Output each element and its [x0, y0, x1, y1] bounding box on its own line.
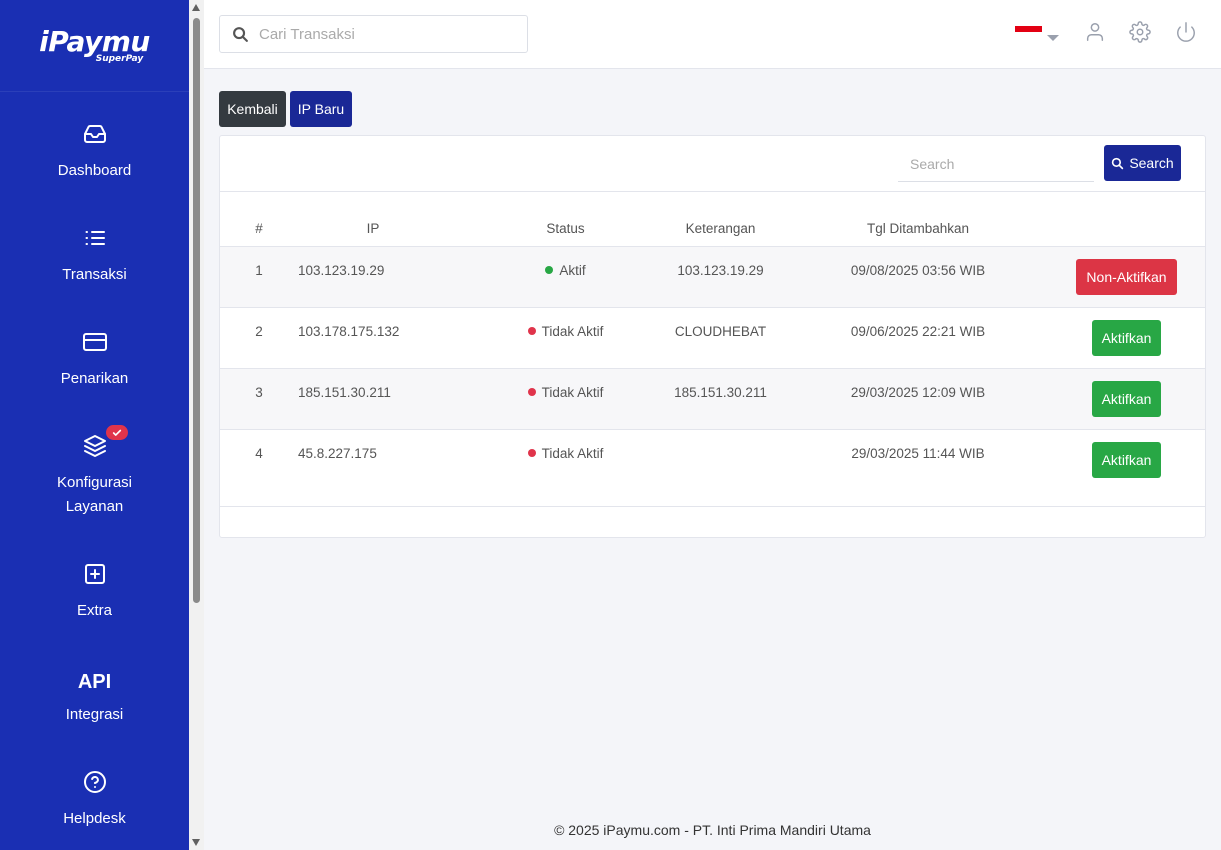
scroll-thumb[interactable] — [193, 18, 200, 603]
status-dot-icon — [527, 387, 536, 396]
status-text: Tidak Aktif — [541, 384, 604, 400]
top-header — [204, 0, 1221, 69]
chevron-down-icon[interactable] — [1047, 35, 1059, 41]
plus-square-icon — [82, 561, 108, 587]
brand-name: iPaymu — [39, 24, 150, 58]
back-button[interactable]: Kembali — [219, 91, 286, 127]
status-dot-icon — [527, 326, 536, 335]
keterangan — [653, 429, 788, 507]
status-cell: Tidak Aktif — [478, 429, 653, 507]
sidebar-item-label: Transaksi — [62, 266, 127, 283]
search-button[interactable]: Search — [1104, 145, 1181, 181]
status-cell: Aktif — [478, 246, 653, 308]
keterangan: CLOUDHEBAT — [653, 307, 788, 369]
transaction-search[interactable] — [219, 15, 528, 53]
settings-icon[interactable] — [1129, 21, 1151, 43]
status-dot-icon — [527, 448, 536, 457]
status-cell: Tidak Aktif — [478, 368, 653, 430]
brand-sub: SuperPay — [95, 53, 144, 64]
sidebar-item-penarikan[interactable]: Penarikan — [0, 329, 189, 391]
sidebar-item-helpdesk[interactable]: Helpdesk — [0, 769, 189, 831]
status-text: Aktif — [559, 262, 586, 278]
check-badge — [105, 425, 128, 440]
table-row: 1 103.123.19.29 Aktif 103.123.19.29 09/0… — [220, 246, 1205, 308]
credit-card-icon — [82, 329, 108, 355]
status-text: Tidak Aktif — [541, 445, 604, 461]
sidebar-item-integrasi[interactable]: API Integrasi — [0, 669, 189, 727]
api-icon: API — [77, 671, 112, 693]
date-added: 29/03/2025 12:09 WIB — [788, 368, 1048, 430]
ip-table: # IP Status Keterangan Tgl Ditambahkan 1… — [220, 212, 1205, 507]
transaction-search-input[interactable] — [259, 25, 509, 43]
action-cell: Non-Aktifkan — [1048, 246, 1205, 308]
new-ip-button[interactable]: IP Baru — [290, 91, 352, 127]
status-dot-icon — [545, 265, 554, 274]
layers-icon — [82, 425, 128, 459]
table-row: 4 45.8.227.175 Tidak Aktif 29/03/2025 11… — [220, 429, 1205, 507]
sidebar-item-label: Dashboard — [57, 162, 132, 179]
row-number: 2 — [220, 307, 298, 369]
deactivate-button[interactable]: Non-Aktifkan — [1076, 258, 1177, 295]
sidebar: iPaymu SuperPay Dashboard Transaksi Pena… — [0, 0, 189, 850]
sidebar-item-dashboard[interactable]: Dashboard — [0, 121, 189, 183]
column-header: # — [220, 212, 298, 247]
sidebar-scrollbar[interactable] — [189, 0, 204, 850]
search-icon — [233, 26, 248, 42]
column-header: Keterangan — [653, 212, 788, 247]
user-icon[interactable] — [1084, 21, 1106, 43]
indonesia-flag-icon[interactable] — [1015, 26, 1042, 38]
ip-address: 103.178.175.132 — [298, 307, 478, 369]
ip-address: 103.123.19.29 — [298, 246, 478, 308]
column-header: Tgl Ditambahkan — [788, 212, 1048, 247]
sidebar-item-label: Extra — [76, 602, 112, 619]
search-icon — [1111, 157, 1124, 170]
date-added: 09/06/2025 22:21 WIB — [788, 307, 1048, 369]
row-number: 3 — [220, 368, 298, 430]
ip-address: 185.151.30.211 — [298, 368, 478, 430]
status-cell: Tidak Aktif — [478, 307, 653, 369]
activate-button[interactable]: Aktifkan — [1091, 380, 1162, 417]
table-header-row: # IP Status Keterangan Tgl Ditambahkan — [220, 212, 1205, 247]
check-icon — [112, 429, 121, 436]
sidebar-item-label: Penarikan — [60, 370, 129, 387]
column-header — [1048, 212, 1205, 247]
table-search-input[interactable] — [898, 146, 1094, 182]
date-added: 29/03/2025 11:44 WIB — [788, 429, 1048, 507]
inbox-icon — [82, 121, 108, 147]
sidebar-item-transaksi[interactable]: Transaksi — [0, 225, 189, 287]
sidebar-item-konfigurasi-layanan[interactable]: Konfigurasi Layanan — [0, 425, 189, 519]
sidebar-item-label: Helpdesk — [63, 810, 126, 827]
action-cell: Aktifkan — [1048, 429, 1205, 507]
ip-address: 45.8.227.175 — [298, 429, 478, 507]
sidebar-item-extra[interactable]: Extra — [0, 561, 189, 623]
row-number: 1 — [220, 246, 298, 308]
keterangan: 103.123.19.29 — [653, 246, 788, 308]
row-number: 4 — [220, 429, 298, 507]
date-added: 09/08/2025 03:56 WIB — [788, 246, 1048, 308]
scroll-down-icon[interactable] — [192, 839, 200, 846]
help-circle-icon — [82, 769, 108, 795]
table-row: 2 103.178.175.132 Tidak Aktif CLOUDHEBAT… — [220, 307, 1205, 369]
brand-logo[interactable]: iPaymu SuperPay — [0, 0, 189, 92]
ip-whitelist-card: Search # IP Status Keterangan Tgl Ditamb… — [219, 135, 1206, 538]
activate-button[interactable]: Aktifkan — [1091, 441, 1162, 478]
card-header: Search — [220, 136, 1205, 192]
activate-button[interactable]: Aktifkan — [1091, 319, 1162, 356]
status-text: Tidak Aktif — [541, 323, 604, 339]
table-row: 3 185.151.30.211 Tidak Aktif 185.151.30.… — [220, 368, 1205, 430]
sidebar-item-label: Integrasi — [65, 706, 124, 723]
column-header: Status — [478, 212, 653, 247]
action-cell: Aktifkan — [1048, 307, 1205, 369]
action-cell: Aktifkan — [1048, 368, 1205, 430]
keterangan: 185.151.30.211 — [653, 368, 788, 430]
power-icon[interactable] — [1175, 21, 1197, 43]
footer-copyright: © 2025 iPaymu.com - PT. Inti Prima Mandi… — [554, 822, 871, 838]
search-button-label: Search — [1129, 155, 1174, 171]
column-header: IP — [298, 212, 478, 247]
sidebar-item-label: Konfigurasi Layanan — [56, 474, 133, 515]
scroll-up-icon[interactable] — [192, 4, 200, 11]
list-icon — [82, 225, 108, 251]
